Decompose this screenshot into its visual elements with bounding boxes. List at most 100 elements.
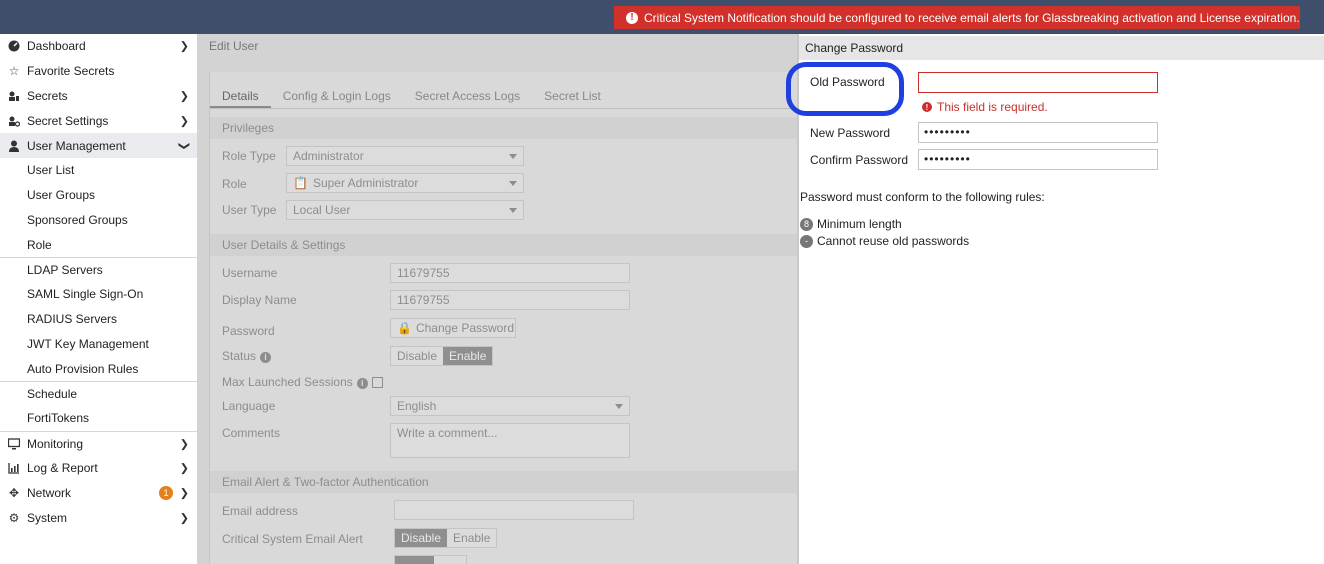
dropdown-arrow-icon — [615, 404, 623, 409]
critical-notification-banner[interactable]: ! Critical System Notification should be… — [614, 6, 1300, 29]
dashboard-icon — [7, 39, 21, 53]
language-select[interactable]: English — [390, 396, 630, 416]
status-enable-button[interactable]: Enable — [443, 347, 493, 365]
sidebar-sub-user-list[interactable]: User List — [0, 158, 197, 183]
sidebar-sub-auto-provision-rules[interactable]: Auto Provision Rules — [0, 356, 197, 381]
tab-details[interactable]: Details — [210, 87, 271, 108]
chevron-right-icon: ❯ — [179, 438, 189, 451]
role-type-value: Administrator — [293, 149, 364, 163]
role-select[interactable]: 📋 Super Administrator — [286, 173, 524, 193]
chevron-right-icon: ❯ — [179, 487, 189, 500]
sidebar-sub-user-groups[interactable]: User Groups — [0, 183, 197, 208]
sidebar-sub-radius-servers[interactable]: RADIUS Servers — [0, 307, 197, 332]
sidebar-item-network[interactable]: ✥ Network 1 ❯ — [0, 480, 197, 505]
chevron-right-icon: ❯ — [179, 115, 189, 128]
privileges-heading: Privileges — [210, 117, 797, 139]
sidebar-item-monitoring[interactable]: Monitoring ❯ — [0, 430, 197, 456]
critical-enable-button[interactable]: Enable — [447, 529, 497, 547]
comments-textarea[interactable]: Write a comment... — [390, 423, 630, 458]
sidebar-item-favorite-secrets[interactable]: ☆ Favorite Secrets — [0, 59, 197, 84]
info-icon: i — [260, 351, 272, 363]
second-disable-button[interactable] — [395, 556, 434, 564]
max-sessions-label-text: Max Launched Sessions — [222, 375, 353, 389]
sidebar-sub-jwt-key-management[interactable]: JWT Key Management — [0, 332, 197, 357]
chevron-right-icon: ❯ — [179, 462, 189, 475]
change-password-label: Change Password — [415, 321, 515, 335]
edit-user-card: Details Config & Login Logs Secret Acces… — [209, 72, 797, 564]
monitor-icon — [7, 437, 21, 451]
old-password-label: Old Password — [810, 75, 885, 89]
sidebar-sub-ldap-servers[interactable]: LDAP Servers — [0, 257, 197, 282]
sidebar-sub-saml-sso[interactable]: SAML Single Sign-On — [0, 282, 197, 307]
critical-email-alert-label: Critical System Email Alert — [222, 532, 363, 546]
sidebar-sub-label: User Groups — [27, 188, 96, 203]
confirm-password-field[interactable]: ••••••••• — [918, 149, 1158, 170]
sidebar-item-label: User Management — [27, 138, 126, 153]
sidebar-item-log-report[interactable]: Log & Report ❯ — [0, 456, 197, 481]
user-type-select[interactable]: Local User — [286, 200, 524, 220]
display-name-field[interactable]: 11679755 — [390, 290, 630, 310]
sidebar-item-secret-settings[interactable]: Secret Settings ❯ — [0, 108, 197, 133]
new-password-field[interactable]: ••••••••• — [918, 122, 1158, 143]
status-disable-button[interactable]: Disable — [391, 347, 444, 365]
dropdown-arrow-icon — [509, 181, 517, 186]
language-label: Language — [222, 399, 276, 413]
sidebar-sub-label: SAML Single Sign-On — [27, 287, 144, 302]
notification-badge: 1 — [159, 485, 173, 500]
tab-secret-access-logs[interactable]: Secret Access Logs — [403, 87, 532, 108]
rule-badge: - — [800, 234, 813, 248]
sidebar-sub-label: LDAP Servers — [27, 263, 103, 278]
old-password-error: ! This field is required. — [922, 100, 1048, 114]
user-icon — [7, 139, 21, 153]
sidebar-sub-sponsored-groups[interactable]: Sponsored Groups — [0, 208, 197, 233]
username-label: Username — [222, 266, 278, 280]
chevron-down-icon: ❯ — [177, 140, 190, 151]
sidebar-sub-schedule[interactable]: Schedule — [0, 381, 197, 406]
alert-icon: ! — [626, 11, 638, 24]
critical-email-toggle: Disable Enable — [394, 528, 498, 548]
status-label-text: Status — [222, 349, 257, 363]
dropdown-arrow-icon — [509, 208, 517, 213]
role-type-select[interactable]: Administrator — [286, 146, 524, 166]
network-icon: ✥ — [8, 485, 20, 500]
sidebar-sub-role[interactable]: Role — [0, 232, 197, 257]
tab-config-login-logs[interactable]: Config & Login Logs — [271, 87, 403, 108]
sidebar-sub-label: FortiTokens — [27, 411, 90, 426]
error-icon: ! — [922, 102, 932, 112]
email-alert-heading: Email Alert & Two-factor Authentication — [210, 471, 797, 493]
change-password-button[interactable]: 🔒 Change Password — [390, 318, 516, 338]
sidebar-item-secrets[interactable]: Secrets ❯ — [0, 84, 197, 109]
sidebar-sub-label: RADIUS Servers — [27, 312, 118, 327]
user-type-value: Local User — [293, 203, 351, 217]
second-enable-button[interactable] — [433, 556, 466, 564]
new-password-label: New Password — [810, 126, 891, 140]
email-address-field[interactable] — [394, 500, 634, 520]
sidebar-item-system[interactable]: ⚙ System ❯ — [0, 505, 197, 530]
max-sessions-checkbox[interactable] — [371, 377, 383, 389]
rule-no-reuse: - Cannot reuse old passwords — [800, 234, 969, 248]
status-toggle: Disable Enable — [390, 346, 494, 366]
comments-label: Comments — [222, 426, 281, 440]
old-password-field[interactable] — [918, 72, 1158, 93]
status-label: Status i — [222, 349, 272, 363]
username-field[interactable]: 11679755 — [390, 263, 630, 283]
rule-text: Minimum length — [817, 217, 902, 231]
clipboard-icon: 📋 — [293, 176, 308, 190]
tab-bar: Details Config & Login Logs Secret Acces… — [210, 87, 797, 109]
sidebar-item-label: Log & Report — [27, 460, 98, 475]
gear-icon: ⚙ — [8, 510, 20, 525]
max-sessions-label: Max Launched Sessions i — [222, 375, 383, 389]
critical-disable-button[interactable]: Disable — [395, 529, 448, 547]
sidebar-item-dashboard[interactable]: Dashboard ❯ — [0, 34, 197, 59]
dropdown-arrow-icon — [509, 154, 517, 159]
notification-text: Critical System Notification should be c… — [644, 10, 1300, 25]
rule-minimum-length: 8 Minimum length — [800, 217, 902, 231]
language-value: English — [397, 399, 437, 413]
edit-user-main: Edit User Details Config & Login Logs Se… — [197, 34, 797, 564]
tab-secret-list[interactable]: Secret List — [532, 87, 613, 108]
sidebar-sub-fortitokens[interactable]: FortiTokens — [0, 406, 197, 431]
error-text: This field is required. — [937, 100, 1048, 114]
sidebar-sub-label: Auto Provision Rules — [27, 361, 139, 376]
password-rules-heading: Password must conform to the following r… — [800, 190, 1045, 204]
sidebar-item-user-management[interactable]: User Management ❯ — [0, 133, 197, 158]
